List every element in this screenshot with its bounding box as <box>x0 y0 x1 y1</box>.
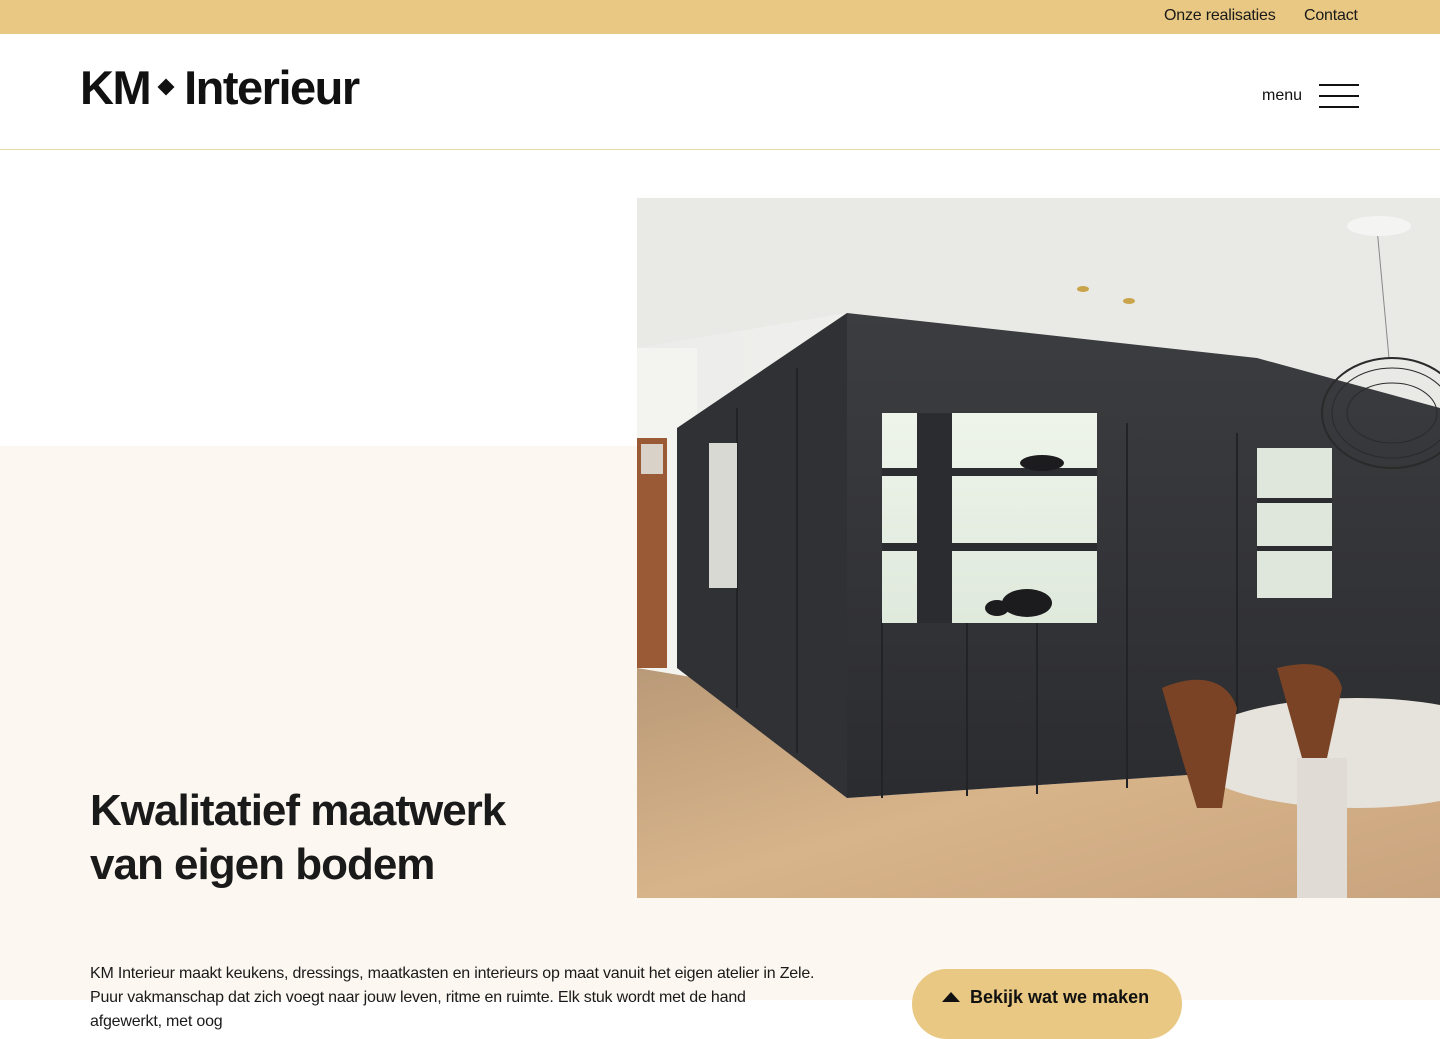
logo[interactable]: KM Interieur <box>80 60 360 114</box>
hero-headline: Kwalitatief maatwerk van eigen bodem <box>90 784 610 892</box>
hero-intro-text: KM Interieur maakt keukens, dressings, m… <box>90 965 815 1030</box>
logo-text-interieur: Interieur <box>184 60 360 114</box>
hero-headline-line2: van eigen bodem <box>90 840 435 889</box>
menu-button[interactable]: menu <box>1262 82 1360 110</box>
hamburger-icon <box>1319 82 1360 110</box>
top-bar: Onze realisaties Contact <box>0 0 1440 34</box>
nav-link-contact[interactable]: Contact <box>1304 7 1358 25</box>
logo-diamond-icon <box>157 78 175 96</box>
arrow-up-icon <box>942 992 960 1002</box>
site-header: KM Interieur menu <box>0 34 1440 150</box>
menu-label: menu <box>1262 87 1303 104</box>
hero-image <box>637 198 1440 898</box>
hero-headline-line1: Kwalitatief maatwerk <box>90 786 506 835</box>
nav-link-realisaties[interactable]: Onze realisaties <box>1164 7 1276 25</box>
logo-text-km: KM <box>80 60 152 114</box>
cta-button[interactable]: Bekijk wat we maken <box>912 969 1182 1039</box>
cta-label: Bekijk wat we maken <box>970 987 1150 1007</box>
